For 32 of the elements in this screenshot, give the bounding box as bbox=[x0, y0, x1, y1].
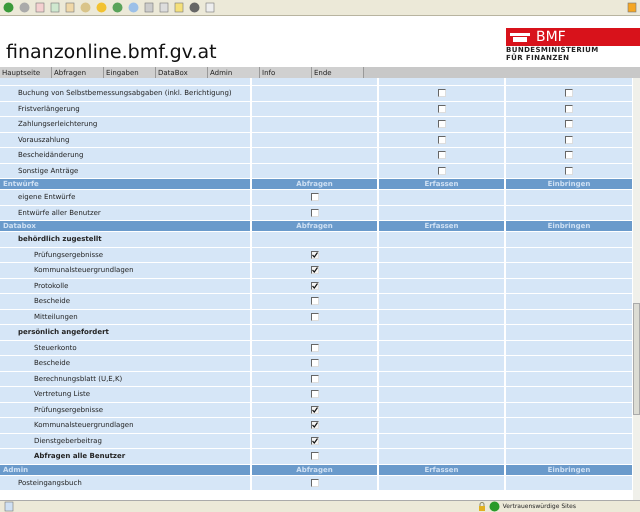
checkbox[interactable] bbox=[565, 166, 573, 175]
checkbox[interactable] bbox=[310, 208, 318, 217]
checkbox[interactable] bbox=[565, 120, 573, 128]
checkbox[interactable] bbox=[310, 436, 318, 445]
checkbox[interactable] bbox=[310, 421, 318, 430]
scrollbar[interactable] bbox=[633, 78, 640, 500]
checkbox[interactable] bbox=[310, 297, 318, 306]
logo-mark: BMF bbox=[536, 30, 566, 44]
checkbox[interactable] bbox=[565, 151, 573, 160]
checkbox[interactable] bbox=[565, 136, 573, 144]
checkbox[interactable] bbox=[565, 89, 573, 98]
checkbox[interactable] bbox=[438, 89, 446, 98]
checkbox[interactable] bbox=[438, 120, 446, 128]
checkbox[interactable] bbox=[310, 266, 318, 274]
checkbox[interactable] bbox=[310, 374, 318, 383]
checkbox[interactable] bbox=[310, 478, 318, 487]
lock-icon bbox=[478, 502, 486, 511]
checkbox[interactable] bbox=[310, 282, 318, 290]
checkbox[interactable] bbox=[310, 250, 318, 259]
checkbox[interactable] bbox=[565, 104, 573, 113]
checkbox[interactable] bbox=[438, 136, 446, 144]
checkbox[interactable] bbox=[310, 312, 318, 321]
checkbox[interactable] bbox=[310, 359, 318, 368]
site-title: finanzonline.bmf.gv.at bbox=[6, 41, 217, 63]
checkbox[interactable] bbox=[310, 406, 318, 414]
checkbox[interactable] bbox=[310, 344, 318, 352]
checkbox[interactable] bbox=[438, 151, 446, 160]
checkbox[interactable] bbox=[310, 452, 318, 460]
checkbox[interactable] bbox=[310, 390, 318, 398]
checkbox[interactable] bbox=[438, 104, 446, 113]
checkbox[interactable] bbox=[438, 166, 446, 175]
checkbox[interactable] bbox=[310, 193, 318, 202]
